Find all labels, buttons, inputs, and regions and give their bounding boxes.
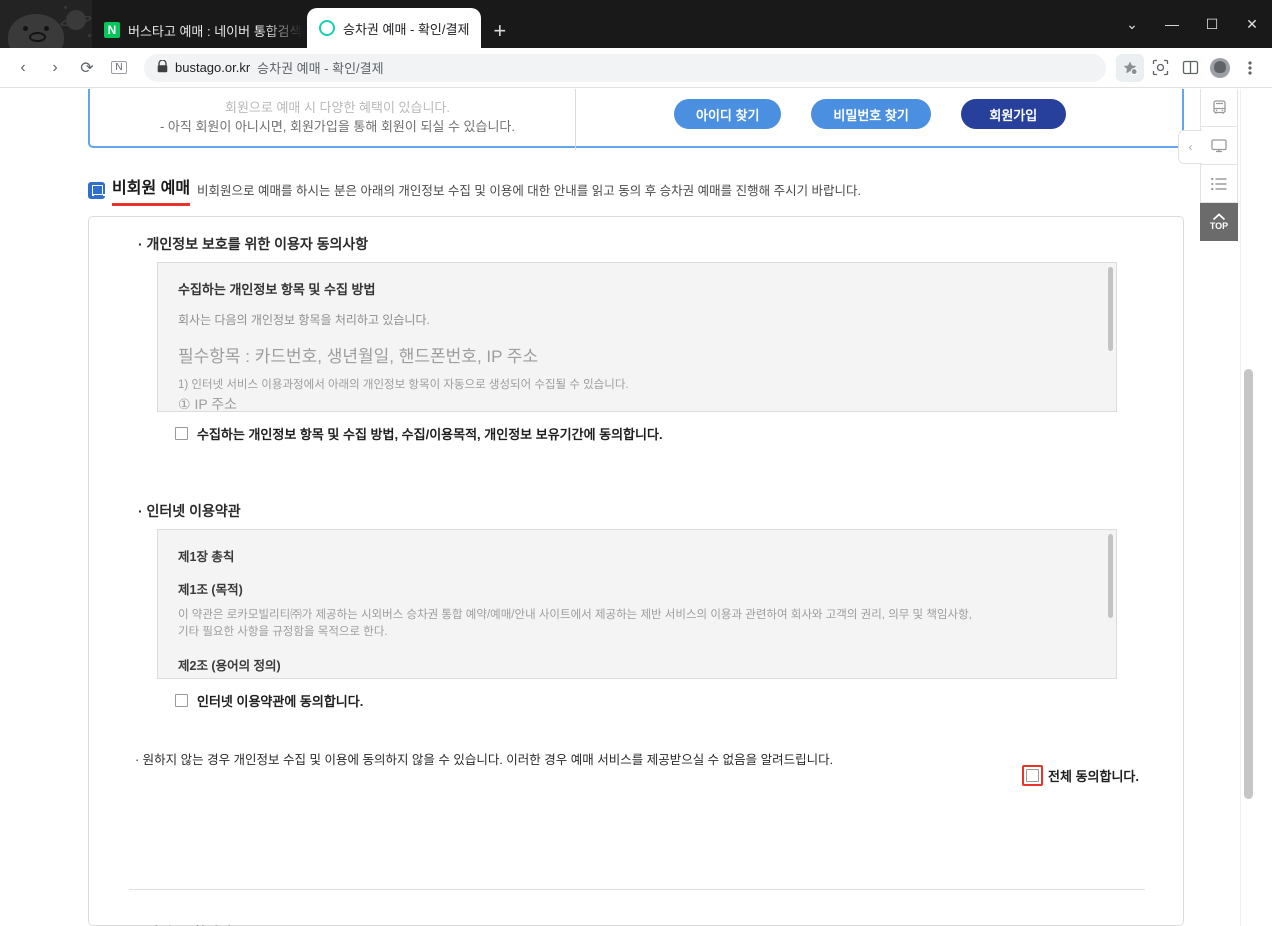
privacy-consent-checkbox[interactable] — [175, 427, 188, 440]
chevron-left-icon[interactable]: ‹ — [1178, 130, 1202, 164]
menu-kebab-icon[interactable] — [1236, 54, 1264, 82]
bus-badge-icon — [88, 181, 105, 199]
privacy-required-items: 필수항목 : 카드번호, 생년월일, 핸드폰번호, IP 주소 — [178, 346, 539, 366]
expand-chevron-icon[interactable]: ⌄ — [1112, 16, 1152, 33]
signup-button[interactable]: 회원가입 — [960, 99, 1066, 129]
reload-button[interactable]: ⟳ — [72, 53, 102, 83]
forward-button[interactable]: › — [40, 53, 70, 83]
consent-note: · 원하지 않는 경우 개인정보 수집 및 이용에 동의하지 않을 수 있습니다… — [135, 753, 834, 767]
terms-scrollbox[interactable]: 제1장 총칙 제1조 (목적) 이 약관은 로카모빌리티㈜가 제공하는 시외버스… — [157, 529, 1117, 679]
url-page-title: 승차권 예매 - 확인/결제 — [257, 61, 384, 76]
quick-menu-item-bus[interactable] — [1200, 89, 1238, 127]
lock-icon — [157, 58, 168, 76]
privacy-paragraph: 회사는 다음의 개인정보 항목을 처리하고 있습니다. — [178, 313, 430, 327]
privacy-scrollbox[interactable]: 수집하는 개인정보 항목 및 수집 방법 회사는 다음의 개인정보 항목을 처리… — [157, 262, 1117, 412]
capture-icon[interactable] — [1146, 54, 1174, 82]
split-view-icon[interactable] — [1176, 54, 1204, 82]
member-login-box: 회원으로 예매 시 다양한 혜택이 있습니다. - 아직 회원이 아니시면, 회… — [88, 89, 1184, 150]
quick-menu-item-list[interactable] — [1200, 165, 1238, 203]
agree-all-row[interactable]: 전체 동의합니다. — [1022, 765, 1139, 786]
terms-consent-label: 인터넷 이용약관에 동의합니다. — [197, 694, 364, 709]
back-button[interactable]: ‹ — [8, 53, 38, 83]
terms-group-label: · 인터넷 이용약관 — [138, 503, 241, 519]
privacy-line2: ① IP 주소 — [178, 395, 238, 412]
terms-consent-row[interactable]: 인터넷 이용약관에 동의합니다. — [175, 691, 363, 710]
minimize-button[interactable]: — — [1152, 16, 1192, 32]
member-box-buttons: 아이디 찾기 비밀번호 찾기 회원가입 — [586, 99, 1166, 129]
privacy-group-label: · 개인정보 보호를 위한 이용자 동의사항 — [138, 236, 369, 252]
naver-home-icon[interactable]: N — [104, 53, 134, 83]
tab-ticket-booking[interactable]: 승차권 예매 - 확인/결제 — [307, 8, 482, 48]
quick-menu-item-monitor[interactable] — [1200, 127, 1238, 165]
agree-all-checkbox[interactable] — [1026, 769, 1040, 782]
agree-all-highlight — [1022, 765, 1044, 786]
page-scrollbar-thumb[interactable] — [1244, 369, 1253, 799]
browser-theme-artwork — [0, 0, 92, 48]
page-scrollbar[interactable] — [1240, 89, 1255, 926]
terms-article1-title: 제1조 (목적) — [178, 583, 243, 597]
profile-avatar[interactable] — [1206, 54, 1234, 82]
find-password-button[interactable]: 비밀번호 찾기 — [811, 99, 931, 129]
tab-naver-search[interactable]: N 버스타고 예매 : 네이버 통합검색 — [92, 12, 307, 48]
nonmember-section-heading: 비회원 예매 비회원으로 예매를 하시는 분은 아래의 개인정보 수집 및 이용… — [88, 174, 861, 206]
terms-article2-title: 제2조 (용어의 정의) — [178, 658, 281, 673]
page-viewport: 회원으로 예매 시 다양한 혜택이 있습니다. - 아직 회원이 아니시면, 회… — [0, 89, 1272, 926]
scroll-to-top-button[interactable]: TOP — [1200, 203, 1238, 241]
window-controls: ⌄ — ☐ ✕ — [1112, 0, 1272, 48]
browser-toolbar: ‹ › ⟳ N bustago.or.kr 승차권 예매 - 확인/결제 — [0, 48, 1272, 88]
naver-n-icon: N — [104, 22, 120, 38]
star-icon[interactable] — [1116, 53, 1144, 82]
find-id-button[interactable]: 아이디 찾기 — [674, 99, 782, 129]
terms-scrollbar-thumb[interactable] — [1108, 534, 1113, 618]
privacy-heading: 수집하는 개인정보 항목 및 수집 방법 — [178, 282, 376, 297]
new-tab-button[interactable]: + — [481, 20, 518, 48]
privacy-consent-row[interactable]: 수집하는 개인정보 항목 및 수집 방법, 수집/이용목적, 개인정보 보유기간… — [175, 424, 663, 443]
terms-article1-line2: 기타 필요한 사항을 규정함을 목적으로 한다. — [178, 626, 388, 639]
agree-all-label: 전체 동의합니다. — [1048, 769, 1139, 784]
teal-circle-icon — [319, 20, 335, 36]
member-box-line1: 회원으로 예매 시 다양한 혜택이 있습니다. — [225, 100, 450, 115]
privacy-consent-label: 수집하는 개인정보 항목 및 수집 방법, 수집/이용목적, 개인정보 보유기간… — [197, 427, 663, 442]
terms-chapter: 제1장 총칙 — [178, 550, 235, 564]
address-bar[interactable]: bustago.or.kr 승차권 예매 - 확인/결제 — [144, 53, 1106, 82]
tab-title: 버스타고 예매 : 네이버 통합검색 — [128, 23, 302, 39]
tab-title: 승차권 예매 - 확인/결제 — [343, 21, 470, 37]
browser-window: N 버스타고 예매 : 네이버 통합검색 승차권 예매 - 확인/결제 + ⌄ … — [0, 0, 1272, 926]
chevron-up-icon — [1212, 213, 1226, 221]
terms-consent-checkbox[interactable] — [175, 694, 188, 707]
section-description: 비회원으로 예매를 하시는 분은 아래의 개인정보 수집 및 이용에 대한 안내… — [197, 183, 862, 198]
quick-menu: ‹ TOP — [1178, 89, 1238, 241]
url-domain: bustago.or.kr — [175, 60, 251, 75]
scroll-to-top-label: TOP — [1209, 221, 1229, 231]
member-box-text: 회원으로 예매 시 다양한 혜택이 있습니다. - 아직 회원이 아니시면, 회… — [110, 97, 565, 135]
maximize-button[interactable]: ☐ — [1192, 16, 1232, 33]
nonmember-form-panel: · 개인정보 보호를 위한 이용자 동의사항 수집하는 개인정보 항목 및 수집… — [88, 216, 1184, 926]
privacy-line1: 1) 인터넷 서비스 이용과정에서 아래의 개인정보 항목이 자동으로 생성되어… — [178, 378, 629, 391]
page-title: 비회원 예매 — [112, 174, 191, 206]
member-box-line2: - 아직 회원이 아니시면, 회원가입을 통해 회원이 되실 수 있습니다. — [159, 119, 516, 134]
terms-article1-line1: 이 약관은 로카모빌리티㈜가 제공하는 시외버스 승차권 통합 예약/예매/안내… — [178, 609, 972, 621]
close-button[interactable]: ✕ — [1232, 16, 1272, 33]
section-divider — [129, 889, 1145, 890]
privacy-scrollbar-thumb[interactable] — [1108, 267, 1113, 351]
tab-strip: N 버스타고 예매 : 네이버 통합검색 승차권 예매 - 확인/결제 + ⌄ … — [0, 0, 1272, 48]
